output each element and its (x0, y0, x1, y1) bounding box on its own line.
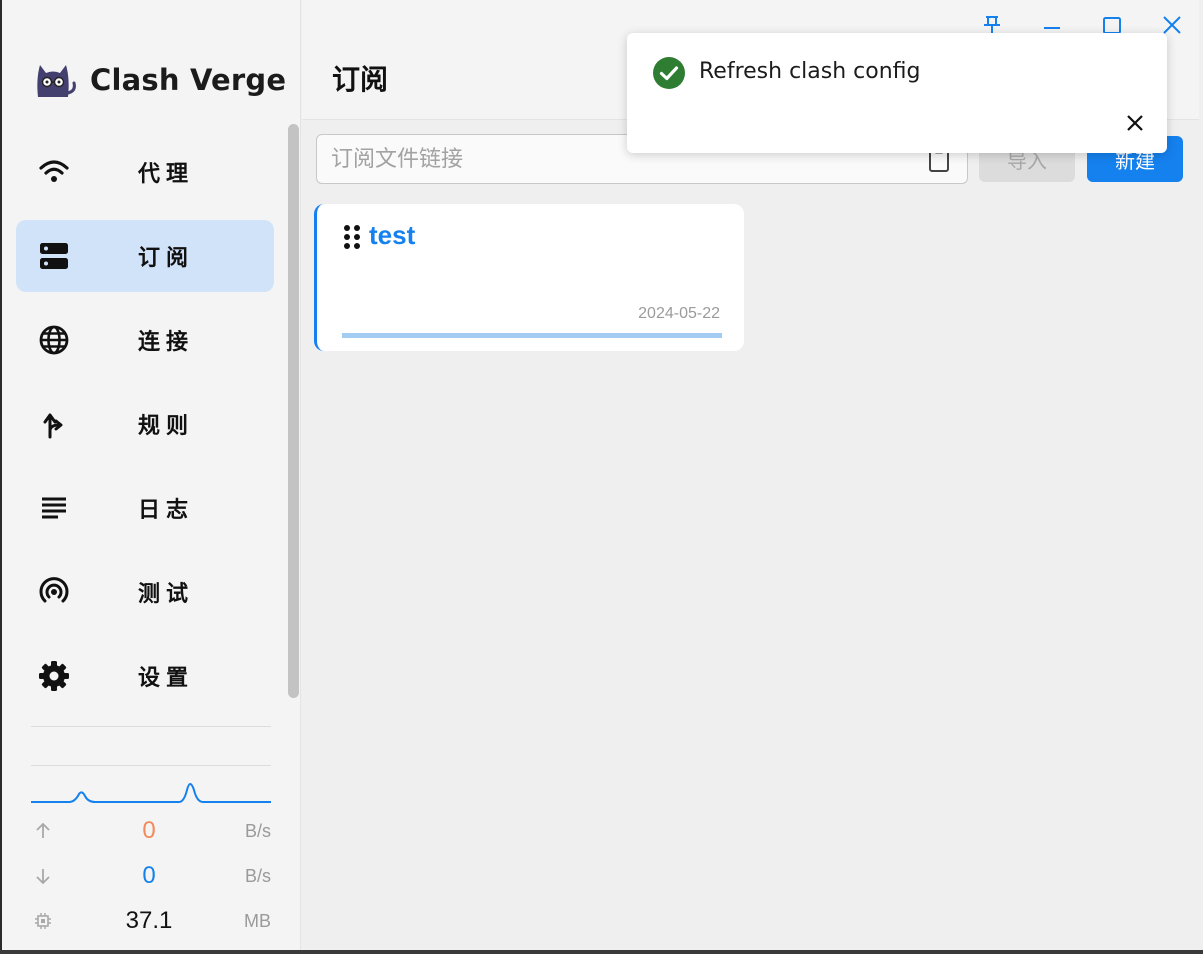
close-icon (1127, 115, 1143, 131)
arrow-up-icon (31, 819, 55, 843)
sidebar-item-connections[interactable]: 连接 (16, 304, 274, 376)
download-value: 0 (142, 862, 156, 889)
arrow-down-icon (31, 864, 55, 888)
dns-icon (38, 240, 70, 272)
fork-arrow-icon (38, 408, 70, 440)
sidebar-item-proxies[interactable]: 代理 (16, 136, 274, 208)
signal-icon (38, 576, 70, 608)
profile-usage-bar (342, 333, 722, 338)
upload-value: 0 (142, 817, 156, 844)
sidebar-scrollbar[interactable] (288, 124, 299, 698)
sidebar-item-rules[interactable]: 规则 (16, 388, 274, 460)
divider (31, 726, 271, 727)
sidebar-item-logs[interactable]: 日志 (16, 472, 274, 544)
lines-icon (38, 492, 70, 524)
sidebar-item-label: 测试 (138, 582, 195, 607)
brand: Clash Verge (30, 56, 286, 104)
sidebar-item-settings[interactable]: 设置 (16, 640, 274, 712)
sidebar-item-label: 代理 (138, 162, 195, 187)
upload-unit: B/s (244, 820, 271, 841)
globe-icon (38, 324, 70, 356)
upload-stat: 0 B/s (31, 816, 271, 846)
toast-close-button[interactable] (1121, 109, 1149, 137)
sidebar: Clash Verge 代理 订阅 连接 规则 日志 测试 设置 0 B/s 0… (2, 0, 301, 950)
sidebar-item-profiles[interactable]: 订阅 (16, 220, 274, 292)
background-window-edge (1199, 0, 1203, 954)
traffic-graph (31, 783, 271, 803)
background-window-edge (0, 950, 1203, 954)
sidebar-item-label: 订阅 (138, 246, 195, 271)
memory-value: 37.1 (125, 907, 173, 934)
notification-toast: Refresh clash config (627, 33, 1167, 153)
download-unit: B/s (244, 865, 271, 886)
profile-date: 2024-05-22 (638, 305, 720, 322)
app-window: Clash Verge 代理 订阅 连接 规则 日志 测试 设置 0 B/s 0… (2, 0, 1199, 950)
profile-name: test (369, 220, 416, 250)
memory-stat: 37.1 MB (31, 906, 271, 936)
profile-card[interactable]: test 2024-05-22 (314, 204, 744, 351)
drag-handle-icon[interactable] (343, 224, 361, 250)
toast-message: Refresh clash config (699, 59, 921, 84)
page-title: 订阅 (332, 63, 389, 96)
sidebar-item-test[interactable]: 测试 (16, 556, 274, 628)
gear-icon (38, 660, 70, 692)
sidebar-nav: 代理 订阅 连接 规则 日志 测试 设置 (16, 136, 274, 724)
memory-chip-icon (31, 909, 55, 933)
sidebar-item-label: 连接 (138, 330, 195, 355)
wifi-icon (38, 156, 70, 188)
cat-logo-icon (37, 65, 76, 97)
app-name: Clash Verge (90, 63, 287, 97)
download-stat: 0 B/s (31, 861, 271, 891)
sidebar-item-label: 日志 (138, 498, 195, 523)
memory-unit: MB (244, 910, 271, 931)
profile-usage-fill (342, 333, 722, 338)
check-circle-icon (653, 57, 685, 89)
divider (31, 765, 271, 766)
close-icon (1163, 16, 1181, 34)
sidebar-item-label: 规则 (138, 414, 195, 439)
sidebar-item-label: 设置 (138, 666, 195, 691)
